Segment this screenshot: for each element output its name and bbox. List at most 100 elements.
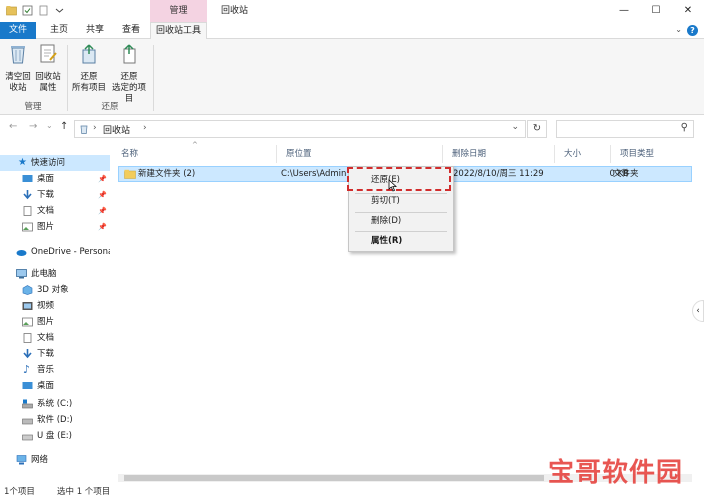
nav-label: 音乐 xyxy=(37,365,55,375)
side-expand-button[interactable]: ‹ xyxy=(692,300,704,322)
nav-pc-pictures[interactable]: 图片 xyxy=(0,314,110,330)
nav-pc-downloads[interactable]: 下载 xyxy=(0,346,110,362)
breadcrumb-separator: › xyxy=(143,123,147,133)
picture-icon xyxy=(22,222,33,232)
button-label: 属性 xyxy=(39,83,57,93)
help-icon[interactable]: ? xyxy=(687,25,698,36)
selected-count: 选中 1 个项目 xyxy=(57,487,111,497)
nav-pc-desktop[interactable]: 桌面 xyxy=(0,378,110,394)
nav-network[interactable]: 网络 xyxy=(0,452,110,468)
button-label: 所有项目 xyxy=(71,83,106,93)
nav-pictures[interactable]: 图片 📌 xyxy=(0,219,110,235)
ribbon: 清空回 收站 回收站 属性 管理 还原 所有项目 还原 选定的项目 还原 xyxy=(0,39,704,115)
ribbon-tabs: 文件 主页 共享 查看 回收站工具 ⌄ ? xyxy=(0,22,704,40)
nav-quick-access[interactable]: ★ 快速访问 xyxy=(0,155,110,171)
button-label: 收站 xyxy=(9,83,27,93)
scrollbar-thumb[interactable] xyxy=(124,475,544,481)
nav-drive-e[interactable]: U 盘 (E:) xyxy=(0,428,110,444)
column-date-deleted[interactable]: 删除日期 xyxy=(442,145,554,163)
document-icon xyxy=(23,206,32,216)
group-label-restore: 还原 xyxy=(101,102,119,112)
nav-onedrive[interactable]: OneDrive - Persona xyxy=(0,244,110,260)
highlight-frame xyxy=(347,167,451,191)
nav-downloads[interactable]: 下载 📌 xyxy=(0,187,110,203)
breadcrumb-recycle-bin[interactable]: 回收站 xyxy=(103,123,130,136)
maximize-button[interactable]: ☐ xyxy=(640,0,672,22)
group-label-manage: 管理 xyxy=(24,102,42,112)
nav-label: 软件 (D:) xyxy=(37,415,73,425)
nav-drive-d[interactable]: 软件 (D:) xyxy=(0,412,110,428)
nav-this-pc[interactable]: 此电脑 xyxy=(0,266,110,282)
nav-label: 系统 (C:) xyxy=(37,399,73,409)
column-item-type[interactable]: 项目类型 xyxy=(610,145,692,163)
mouse-cursor-icon xyxy=(388,179,397,192)
nav-desktop[interactable]: 桌面 📌 xyxy=(0,171,110,187)
menu-item-cut[interactable]: 剪切(T) xyxy=(350,192,452,210)
nav-videos[interactable]: 视频 xyxy=(0,298,110,314)
tab-share[interactable]: 共享 xyxy=(78,22,112,39)
column-name[interactable]: 名称 xyxy=(112,145,276,163)
address-bar[interactable]: › 回收站 › ⌄ xyxy=(74,120,526,138)
star-icon: ★ xyxy=(18,157,27,168)
cube-icon xyxy=(22,285,33,295)
nav-label: 图片 xyxy=(37,222,55,232)
restore-selected-button[interactable]: 还原 选定的项目 xyxy=(108,42,150,105)
window-title: 回收站 xyxy=(221,6,249,16)
refresh-button[interactable]: ↻ xyxy=(527,120,547,138)
navigation-row: ← → ⌄ ↑ › 回收站 › ⌄ ↻ ⚲ xyxy=(0,115,704,143)
tab-home[interactable]: 主页 xyxy=(42,22,76,39)
music-icon: ♪ xyxy=(23,363,31,376)
cloud-icon xyxy=(16,250,27,256)
search-input[interactable]: ⚲ xyxy=(556,120,694,138)
chevron-down-icon[interactable] xyxy=(54,5,65,16)
search-icon: ⚲ xyxy=(680,122,688,133)
picture-icon xyxy=(22,317,33,327)
properties-icon[interactable] xyxy=(22,5,33,16)
recent-locations-button[interactable]: ⌄ xyxy=(46,121,53,130)
menu-item-delete[interactable]: 删除(D) xyxy=(350,212,452,230)
video-icon xyxy=(22,302,33,310)
folder-icon xyxy=(6,6,17,16)
watermark: 宝哥软件园 xyxy=(540,452,698,488)
recycle-bin-icon xyxy=(80,125,88,134)
forward-button[interactable]: → xyxy=(29,121,37,132)
pin-icon: 📌 xyxy=(98,223,107,231)
nav-documents[interactable]: 文档 📌 xyxy=(0,203,110,219)
desktop-icon xyxy=(22,175,33,182)
minimize-button[interactable]: — xyxy=(608,0,640,22)
empty-recycle-bin-button[interactable]: 清空回 收站 xyxy=(3,42,33,94)
cell-original-location: C:\Users\Adminis xyxy=(281,169,347,179)
system-drive-icon xyxy=(22,399,33,409)
pin-icon: 📌 xyxy=(98,191,107,199)
ribbon-collapse-button[interactable]: ⌄ xyxy=(675,25,682,34)
column-original-location[interactable]: 原位置 xyxy=(276,145,442,163)
nav-drive-c[interactable]: 系统 (C:) xyxy=(0,396,110,412)
address-dropdown-button[interactable]: ⌄ xyxy=(511,122,519,132)
back-button[interactable]: ← xyxy=(9,121,17,132)
nav-pc-documents[interactable]: 文档 xyxy=(0,330,110,346)
item-count: 1个项目 xyxy=(4,487,35,497)
column-size[interactable]: 大小 xyxy=(554,145,610,163)
button-label: 还原 xyxy=(120,72,138,82)
menu-item-properties[interactable]: 属性(R) xyxy=(350,232,452,250)
button-label: 还原 xyxy=(80,72,98,82)
close-button[interactable]: ✕ xyxy=(672,0,704,22)
contextual-tab-header: 管理 xyxy=(150,0,207,22)
up-button[interactable]: ↑ xyxy=(60,121,68,132)
nav-label: 视频 xyxy=(37,301,55,311)
recycle-bin-properties-button[interactable]: 回收站 属性 xyxy=(33,42,63,94)
new-folder-icon[interactable] xyxy=(38,5,49,16)
usb-drive-icon xyxy=(22,434,33,441)
restore-selected-icon xyxy=(123,44,136,64)
nav-music[interactable]: ♪ 音乐 xyxy=(0,362,110,378)
nav-3d-objects[interactable]: 3D 对象 xyxy=(0,282,110,298)
tab-recycle-bin-tools[interactable]: 回收站工具 xyxy=(150,22,207,40)
nav-label: 桌面 xyxy=(37,174,55,184)
nav-label: 快速访问 xyxy=(31,158,66,168)
desktop-icon xyxy=(22,382,33,389)
restore-all-button[interactable]: 还原 所有项目 xyxy=(70,42,108,94)
tab-file[interactable]: 文件 xyxy=(0,22,36,39)
folder-icon xyxy=(124,169,136,179)
computer-icon xyxy=(16,269,27,279)
tab-view[interactable]: 查看 xyxy=(114,22,148,39)
